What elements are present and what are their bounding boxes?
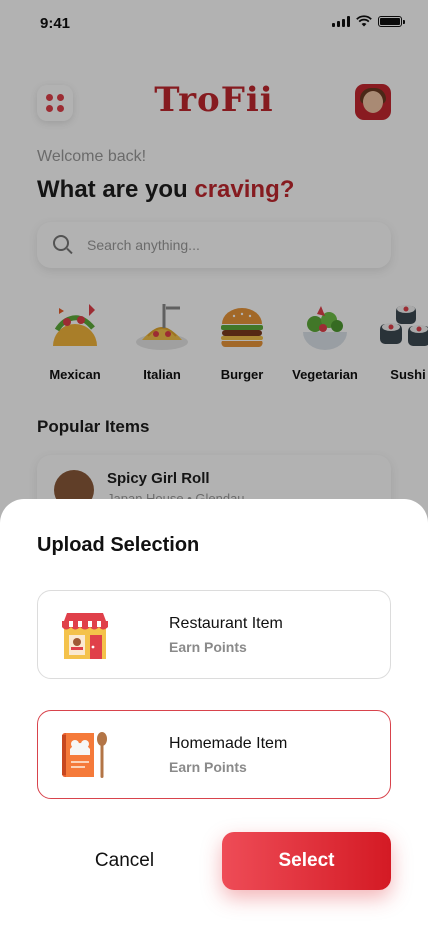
- restaurant-item-option[interactable]: Restaurant Item Earn Points: [37, 590, 391, 679]
- cookbook-icon: [60, 729, 110, 781]
- option-subtitle: Earn Points: [169, 639, 247, 655]
- upload-selection-sheet: Upload Selection Restaurant Item Earn Po…: [0, 499, 428, 926]
- option-name: Homemade Item: [169, 735, 288, 752]
- option-subtitle: Earn Points: [169, 759, 247, 775]
- cancel-button[interactable]: Cancel: [37, 832, 212, 890]
- restaurant-icon: [60, 609, 110, 661]
- sheet-title: Upload Selection: [37, 534, 200, 556]
- homemade-item-option[interactable]: Homemade Item Earn Points: [37, 710, 391, 799]
- option-name: Restaurant Item: [169, 615, 283, 632]
- select-button[interactable]: Select: [222, 832, 391, 890]
